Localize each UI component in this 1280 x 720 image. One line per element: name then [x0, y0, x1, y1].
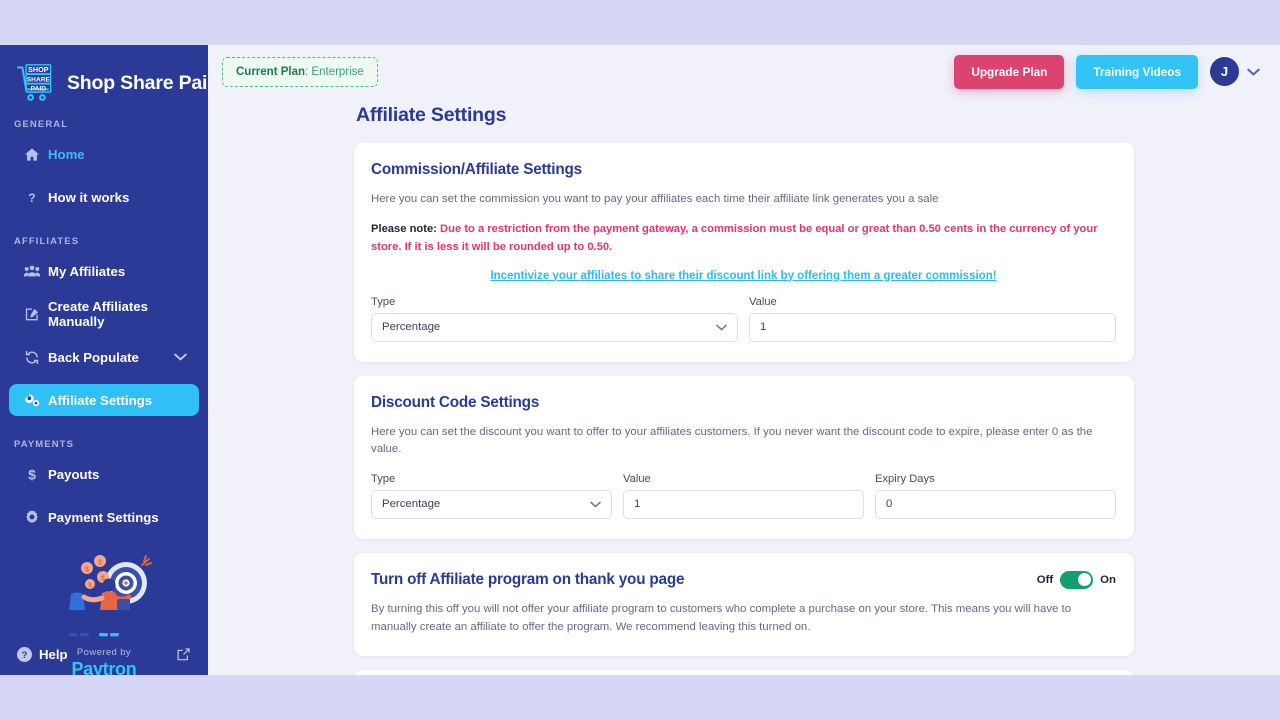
affiliate-illustration-icon: $ $ $ $: [69, 555, 152, 637]
thank-you-toggle[interactable]: [1060, 570, 1094, 589]
discount-type-label: Type: [371, 472, 396, 485]
chevron-down-icon: [590, 501, 601, 508]
commission-value-label: Value: [749, 295, 777, 308]
question-circle-icon: ?: [17, 647, 32, 662]
card-title: Turn off Affiliate program on thank you …: [371, 570, 685, 588]
topbar: Current Plan: Enterprise Upgrade Plan Tr…: [208, 45, 1280, 98]
card-description: Here you can set the discount you want t…: [371, 425, 1093, 456]
svg-text:PAID: PAID: [31, 86, 47, 93]
commission-settings-card: Commission/Affiliate Settings Here you c…: [354, 143, 1134, 362]
sidebar-item-label: Back Populate: [48, 349, 139, 365]
sidebar-item-payouts[interactable]: $ Payouts: [9, 458, 199, 490]
commission-value-field: Value: [749, 296, 1116, 342]
commission-type-value: Percentage: [382, 321, 441, 334]
external-link-icon[interactable]: [177, 648, 190, 661]
discount-code-settings-card: Discount Code Settings Here you can set …: [354, 375, 1134, 539]
svg-text:$: $: [85, 567, 89, 574]
home-icon: [22, 146, 41, 162]
card-title: Discount Code Settings: [371, 393, 540, 411]
discount-type-select[interactable]: Percentage: [371, 489, 612, 519]
topbar-actions: Upgrade Plan Training Videos J: [954, 54, 1260, 89]
thank-you-toggle-group: Off On: [1036, 570, 1116, 589]
users-icon: [22, 263, 41, 279]
shop-share-paid-logo-icon: SHOP SHARE PAID: [16, 64, 52, 101]
sidebar-item-my-affiliates[interactable]: My Affiliates: [9, 255, 199, 287]
discount-value-label: Value: [623, 472, 651, 485]
sidebar-item-back-populate[interactable]: Back Populate: [9, 341, 199, 373]
sidebar-item-help[interactable]: ? Help: [0, 647, 208, 662]
discount-type-field: Type Percentage: [371, 473, 612, 519]
card-description: By turning this off you will not offer y…: [371, 602, 1072, 633]
sidebar-item-label: Affiliate Settings: [48, 392, 153, 408]
incentivize-link[interactable]: Incentivize your affiliates to share the…: [371, 270, 1116, 282]
brand-name: Shop Share Paid: [67, 71, 208, 94]
chevron-down-icon[interactable]: [174, 353, 187, 361]
sidebar-item-label: How it works: [48, 189, 130, 205]
current-plan-value: Enterprise: [311, 65, 364, 78]
svg-text:$: $: [98, 560, 102, 567]
sidebar-item-create-affiliates-manually[interactable]: Create Affiliates Manually: [9, 298, 199, 330]
main-content: Current Plan: Enterprise Upgrade Plan Tr…: [208, 45, 1280, 675]
svg-text:SHOP: SHOP: [28, 65, 49, 74]
sidebar-item-label: My Affiliates: [48, 263, 126, 279]
sidebar-section-affiliates: AFFILIATES: [14, 236, 80, 247]
thank-you-page-card: Turn off Affiliate program on thank you …: [354, 552, 1134, 657]
note-text: Due to a restriction from the payment ga…: [371, 222, 1098, 253]
sidebar-item-label: Payment Settings: [48, 509, 159, 525]
card-description: Here you can set the commission you want…: [371, 193, 939, 205]
dollar-icon: $: [22, 466, 41, 482]
sidebar-section-payments: PAYMENTS: [14, 439, 75, 450]
toggle-knob: [1077, 573, 1091, 587]
edit-square-icon: [22, 306, 41, 322]
sidebar-item-home[interactable]: Home: [9, 138, 199, 170]
question-icon: ?: [22, 189, 41, 205]
chevron-down-icon: [716, 324, 727, 331]
page-title: Affiliate Settings: [356, 104, 507, 126]
sidebar-section-general: GENERAL: [14, 119, 69, 130]
training-videos-button[interactable]: Training Videos: [1076, 54, 1198, 89]
note-label: Please note:: [371, 222, 437, 235]
card-title: Commission/Affiliate Settings: [371, 161, 582, 178]
commission-type-field: Type Percentage: [371, 296, 738, 342]
current-plan-label: Current Plan: [236, 65, 306, 78]
brand[interactable]: SHOP SHARE PAID Shop Share Paid: [0, 45, 208, 107]
commission-note: Please note: Due to a restriction from t…: [371, 221, 1116, 257]
svg-text:?: ?: [28, 191, 35, 204]
svg-text:SHARE: SHARE: [27, 77, 51, 84]
upgrade-plan-button[interactable]: Upgrade Plan: [954, 54, 1065, 89]
gears-icon: [22, 392, 41, 408]
sidebar-item-payment-settings[interactable]: Payment Settings: [9, 501, 199, 533]
payment-methods-card: Pay your affiliates using in-store credi…: [354, 670, 1134, 675]
sidebar-item-how-it-works[interactable]: ? How it works: [9, 181, 199, 213]
gear-icon: [22, 509, 41, 525]
chevron-down-icon[interactable]: [1247, 68, 1260, 76]
commission-fields: Type Percentage Value: [371, 296, 1116, 342]
settings-content: Affiliate Settings Commission/Affiliate …: [208, 104, 1280, 675]
discount-type-value: Percentage: [382, 498, 441, 511]
discount-expiry-input[interactable]: [875, 489, 1116, 519]
discount-value-field: Value: [623, 473, 864, 519]
avatar[interactable]: J: [1210, 57, 1239, 86]
help-label: Help: [39, 647, 68, 662]
sync-icon: [22, 349, 41, 365]
commission-value-input[interactable]: [749, 312, 1116, 342]
toggle-off-label: Off: [1036, 573, 1054, 586]
toggle-on-label: On: [1100, 573, 1116, 586]
discount-expiry-field: Expiry Days: [875, 473, 1116, 519]
discount-value-input[interactable]: [623, 489, 864, 519]
svg-text:?: ?: [22, 650, 28, 661]
discount-expiry-label: Expiry Days: [875, 472, 935, 485]
app-window: SHOP SHARE PAID Shop Share Paid GENERAL …: [0, 45, 1280, 675]
sidebar-item-label: Create Affiliates Manually: [48, 299, 148, 329]
current-plan-badge: Current Plan: Enterprise: [222, 56, 378, 87]
svg-text:$: $: [28, 467, 36, 481]
sidebar-item-label: Payouts: [48, 466, 100, 482]
commission-type-label: Type: [371, 295, 396, 308]
commission-type-select[interactable]: Percentage: [371, 312, 738, 342]
discount-fields: Type Percentage Value Expiry Day: [371, 473, 1116, 519]
sidebar-item-label: Home: [48, 146, 85, 162]
sidebar: SHOP SHARE PAID Shop Share Paid GENERAL …: [0, 45, 208, 675]
thank-you-header: Turn off Affiliate program on thank you …: [371, 570, 1116, 589]
sidebar-item-affiliate-settings[interactable]: Affiliate Settings: [9, 384, 199, 416]
